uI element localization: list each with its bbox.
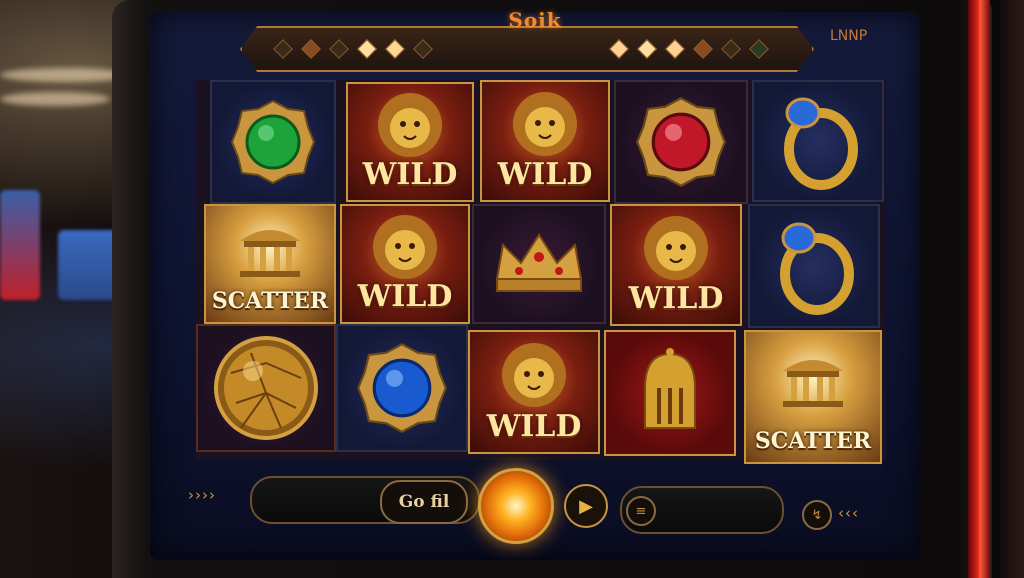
red-gem-icon: [636, 97, 726, 187]
symbol-red-gem: [614, 80, 748, 204]
bar-gem: [301, 39, 321, 59]
reel-grid: SCATTER WILD WILD WILD WILD WILD SCATTER: [196, 80, 886, 464]
bar-gem: [413, 39, 433, 59]
symbol-crown: [472, 204, 606, 324]
temple-icon: [783, 360, 843, 407]
bar-gem: [721, 39, 741, 59]
bar-gem: [637, 39, 657, 59]
bar-gem: [609, 39, 629, 59]
symbol-scatter: SCATTER: [204, 204, 336, 324]
symbol-scatter: SCATTER: [744, 330, 882, 464]
green-gem-icon: [230, 99, 316, 185]
wild-label: WILD: [357, 279, 453, 314]
scatter-label: SCATTER: [211, 288, 329, 314]
bar-gem: [357, 39, 377, 59]
bar-gem: [693, 39, 713, 59]
autoplay-button[interactable]: ▶: [564, 484, 608, 528]
helmet-icon: [644, 348, 696, 429]
lion-icon: [502, 343, 566, 407]
crown-icon: [495, 233, 583, 292]
background-slot-machine: [0, 190, 40, 300]
symbol-blue-ring: [748, 204, 880, 328]
scatter-label: SCATTER: [754, 428, 872, 454]
bar-gem: [385, 39, 405, 59]
right-arrows[interactable]: ‹‹‹: [838, 504, 859, 522]
gold-ball-icon: [214, 336, 318, 440]
symbol-wild: WILD: [346, 82, 474, 202]
go-button[interactable]: Go fil: [380, 480, 468, 524]
lion-icon: [378, 93, 442, 157]
ceiling-light: [0, 92, 110, 106]
wild-label: WILD: [628, 281, 724, 316]
symbol-wild: WILD: [468, 330, 600, 454]
symbol-blue-gem: [336, 324, 468, 452]
symbol-wild: WILD: [610, 204, 742, 326]
cabinet-edge: [1000, 0, 1024, 578]
symbol-wild: WILD: [480, 80, 610, 202]
cabinet-red-light: [968, 0, 990, 578]
symbol-blue-ring: [752, 80, 884, 202]
symbol-gold-ball: [196, 324, 336, 452]
menu-icon[interactable]: ≡: [626, 496, 656, 526]
wild-label: WILD: [362, 157, 458, 192]
bar-gem: [273, 39, 293, 59]
play-icon: ▶: [579, 495, 593, 517]
top-right-logo: LNNP: [830, 28, 868, 44]
temple-icon: [240, 230, 300, 277]
symbol-wild: WILD: [340, 204, 470, 324]
settings-icon[interactable]: ↯: [802, 500, 832, 530]
bar-gem: [665, 39, 685, 59]
lion-icon: [373, 215, 437, 279]
lion-icon: [644, 216, 708, 280]
ring-icon: [784, 97, 858, 190]
bar-gem: [329, 39, 349, 59]
spin-button[interactable]: [478, 468, 554, 544]
left-arrows[interactable]: ››››: [188, 486, 216, 504]
wild-label: WILD: [497, 157, 593, 192]
symbol-golden-helmet: [604, 330, 736, 456]
lion-icon: [513, 92, 577, 156]
wild-label: WILD: [486, 409, 582, 444]
ring-icon: [780, 222, 854, 315]
bar-gem: [749, 39, 769, 59]
symbol-green-gem: [210, 80, 336, 204]
blue-gem-icon: [357, 343, 447, 433]
jackpot-bar: [240, 26, 814, 72]
background-slot-machine: [58, 230, 118, 300]
game-title: Soik: [508, 8, 562, 32]
ceiling-light: [0, 68, 130, 82]
